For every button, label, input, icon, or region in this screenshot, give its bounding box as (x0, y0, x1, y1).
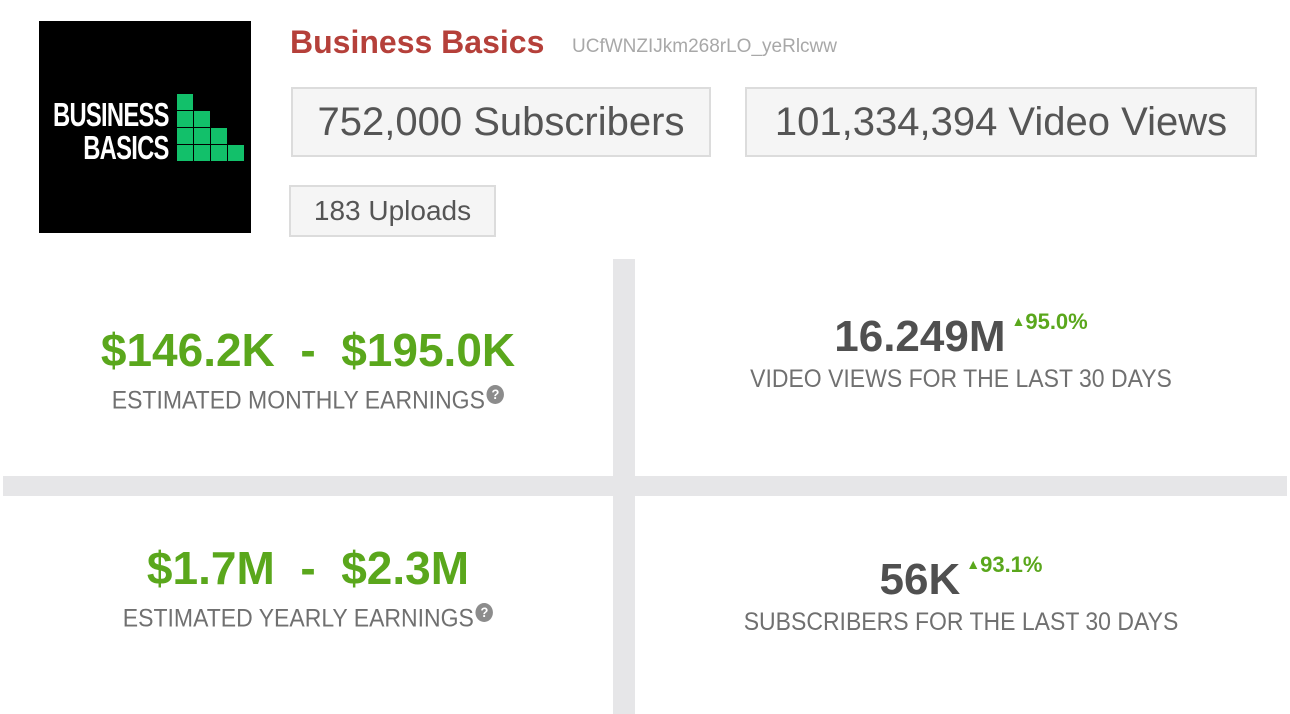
views-30d-change: ▲95.0% (1011, 309, 1087, 334)
yearly-earnings-label-row: ESTIMATED YEARLY EARNINGS? (27, 603, 588, 633)
up-arrow-icon: ▲ (1011, 313, 1026, 329)
logo-bar-square (194, 128, 210, 144)
subscribers-count-box: 752,000 Subscribers (291, 87, 711, 157)
logo-text-line-2: BASICS (83, 129, 170, 166)
views-30d-change-value: 95.0% (1025, 309, 1088, 334)
help-icon[interactable]: ? (486, 385, 505, 404)
uploads-count-box: 183 Uploads (289, 185, 496, 237)
monthly-earnings-value: $146.2K - $195.0K (100, 324, 516, 376)
channel-id: UCfWNZIJkm268rLO_yeRlcww (572, 36, 837, 57)
yearly-earnings-label: ESTIMATED YEARLY EARNINGS (122, 604, 474, 633)
yearly-earnings-value: $1.7M - $2.3M (146, 542, 470, 594)
subs-30d-label: SUBSCRIBERS FOR THE LAST 30 DAYS (743, 608, 1179, 636)
subs-30d-change-value: 93.1% (980, 552, 1043, 577)
views-30d-label: VIDEO VIEWS FOR THE LAST 30 DAYS (750, 365, 1172, 393)
logo-bar-square (177, 94, 193, 110)
logo-bar-square (177, 128, 193, 144)
channel-logo: BUSINESS BASICS (39, 21, 251, 233)
video-views-count-box: 101,334,394 Video Views (745, 87, 1257, 157)
logo-bar-square (211, 145, 227, 161)
logo-bar-square (228, 145, 244, 161)
subs-30d-value: 56K (879, 555, 961, 604)
up-arrow-icon: ▲ (966, 556, 981, 572)
help-icon[interactable]: ? (475, 603, 494, 622)
views-30d-value: 16.249M (834, 312, 1006, 361)
monthly-earnings-label: ESTIMATED MONTHLY EARNINGS (111, 386, 485, 415)
channel-title[interactable]: Business Basics (290, 24, 544, 61)
logo-bar-square (194, 145, 210, 161)
logo-bar-square (177, 111, 193, 127)
subs-30d-change: ▲93.1% (966, 552, 1042, 577)
logo-bar-square (211, 128, 227, 144)
logo-bar-square (177, 145, 193, 161)
grid-divider-horizontal (3, 476, 1287, 496)
subs-30d-row: 56K ▲93.1% (635, 552, 1287, 605)
monthly-earnings-label-row: ESTIMATED MONTHLY EARNINGS? (27, 385, 588, 415)
views-30d-row: 16.249M ▲95.0% (635, 309, 1287, 362)
logo-text-line-1: BUSINESS (53, 96, 169, 133)
logo-bar-square (194, 111, 210, 127)
